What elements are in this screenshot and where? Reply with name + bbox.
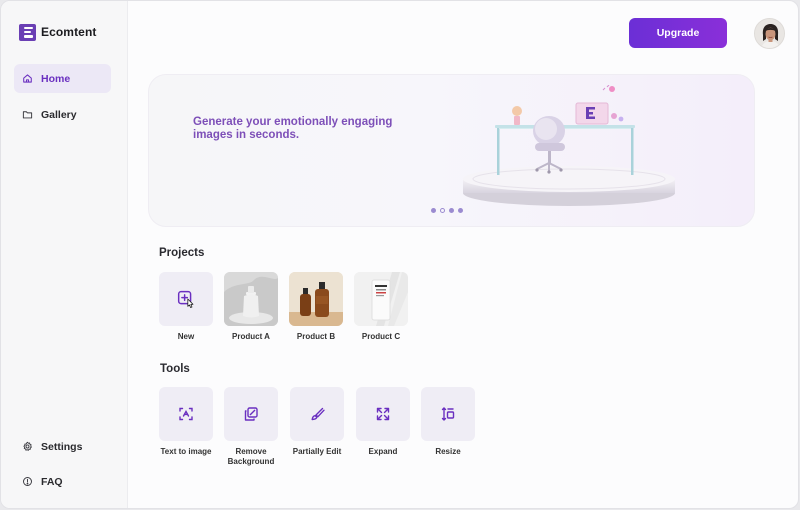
projects-title: Projects <box>159 247 205 259</box>
resize-icon <box>441 407 455 421</box>
avatar-portrait-icon <box>755 19 784 48</box>
tool-label: Text to image <box>160 447 212 456</box>
product-b-thumbnail-icon <box>289 272 343 326</box>
sidebar-item-gallery[interactable]: Gallery <box>14 100 111 129</box>
tool-text-to-image[interactable] <box>159 387 213 441</box>
project-label: Product B <box>296 332 336 341</box>
tool-label: Resize <box>435 447 461 456</box>
sidebar-item-label: Home <box>41 72 71 85</box>
project-label: New <box>177 332 195 341</box>
user-avatar[interactable] <box>754 18 785 49</box>
layers-icon <box>244 407 258 421</box>
product-a-thumbnail-icon <box>224 272 278 326</box>
scan-text-icon <box>179 407 193 421</box>
sidebar-item-label: Settings <box>41 440 83 453</box>
tool-label: Expand <box>368 447 398 456</box>
brand-logo-icon <box>19 23 36 41</box>
tool-label: Remove Background <box>227 447 275 466</box>
product-c-thumbnail-icon <box>354 272 408 326</box>
tool-label: Partially Edit <box>292 447 342 456</box>
expand-icon <box>376 407 390 421</box>
home-icon <box>23 74 32 83</box>
sidebar: Ecomtent Home Gallery Settings FAQ <box>1 1 128 508</box>
sidebar-item-label: Gallery <box>41 108 77 121</box>
brand[interactable]: Ecomtent <box>19 22 96 42</box>
carousel-indicator <box>431 208 463 213</box>
tool-remove-background[interactable] <box>224 387 278 441</box>
project-label: Product A <box>232 332 270 341</box>
hero-headline: Generate your emotionally engaging image… <box>193 116 393 141</box>
add-cursor-icon <box>177 290 194 308</box>
carousel-dot[interactable] <box>449 208 454 213</box>
help-icon <box>23 477 32 486</box>
desk-illustration-icon <box>463 85 675 206</box>
carousel-dot[interactable] <box>440 208 445 213</box>
tool-expand[interactable] <box>356 387 410 441</box>
new-project-card[interactable] <box>159 272 213 326</box>
brush-icon <box>311 407 325 421</box>
tools-title: Tools <box>160 363 190 375</box>
hero-banner: Generate your emotionally engaging image… <box>148 74 755 227</box>
brand-name: Ecomtent <box>41 25 97 39</box>
sidebar-item-faq[interactable]: FAQ <box>14 467 111 496</box>
gear-icon <box>23 441 32 451</box>
tool-partially-edit[interactable] <box>290 387 344 441</box>
carousel-dot[interactable] <box>458 208 463 213</box>
project-card-c[interactable] <box>354 272 408 326</box>
folder-icon <box>22 111 33 119</box>
sidebar-item-label: FAQ <box>41 475 63 488</box>
project-label: Product C <box>361 332 401 341</box>
sidebar-item-home[interactable]: Home <box>14 64 111 93</box>
sidebar-item-settings[interactable]: Settings <box>14 432 111 461</box>
app-window: Ecomtent Home Gallery Settings FAQ Upgra… <box>0 0 799 509</box>
tool-resize[interactable] <box>421 387 475 441</box>
carousel-dot[interactable] <box>431 208 436 213</box>
project-card-b[interactable] <box>289 272 343 326</box>
upgrade-button[interactable]: Upgrade <box>629 18 727 48</box>
project-card-a[interactable] <box>224 272 278 326</box>
